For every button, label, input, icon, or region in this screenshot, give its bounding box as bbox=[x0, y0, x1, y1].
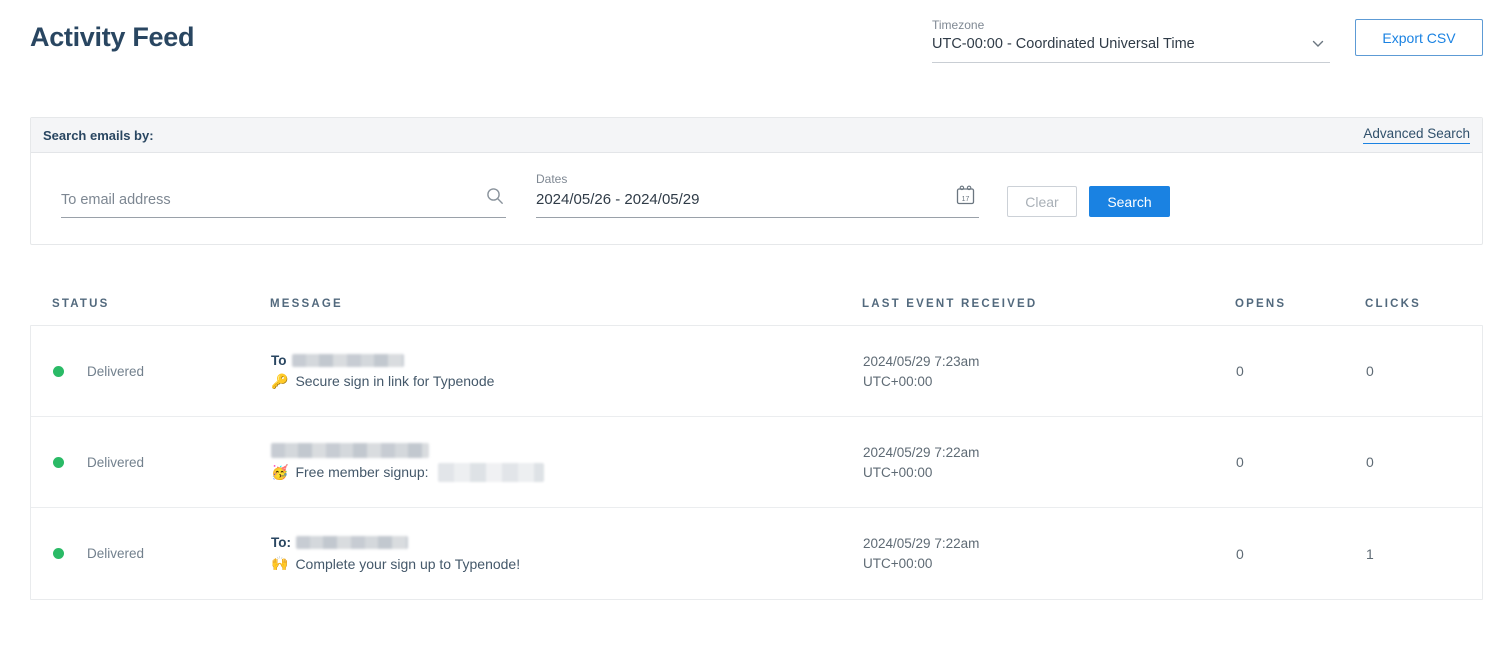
message-to-line: To: bbox=[271, 535, 863, 550]
last-event-timezone: UTC+00:00 bbox=[863, 465, 1236, 480]
status-cell: Delivered bbox=[53, 364, 271, 379]
timezone-label: Timezone bbox=[932, 18, 1330, 32]
last-event-cell: 2024/05/29 7:22am UTC+00:00 bbox=[863, 536, 1236, 571]
last-event-cell: 2024/05/29 7:22am UTC+00:00 bbox=[863, 445, 1236, 480]
last-event-date: 2024/05/29 7:22am bbox=[863, 536, 1236, 551]
column-header-opens: OPENS bbox=[1235, 298, 1365, 310]
dates-label: Dates bbox=[536, 172, 979, 186]
dates-range-input[interactable] bbox=[536, 187, 979, 218]
timezone-value: UTC-00:00 - Coordinated Universal Time bbox=[932, 36, 1195, 52]
message-to-line: To bbox=[271, 353, 863, 368]
message-subject-line: 🔑 Secure sign in link for Typenode bbox=[271, 373, 863, 390]
table-row[interactable]: Delivered To 🔑 Secure sign in link for T… bbox=[31, 326, 1482, 417]
column-header-status: STATUS bbox=[52, 298, 270, 310]
chevron-down-icon bbox=[1312, 35, 1324, 53]
table-row[interactable]: Delivered 🥳 Free member signup: 2024/05/… bbox=[31, 417, 1482, 508]
calendar-icon[interactable]: 17 bbox=[956, 185, 975, 210]
status-cell: Delivered bbox=[53, 546, 271, 561]
activity-table: Delivered To 🔑 Secure sign in link for T… bbox=[30, 325, 1483, 600]
activity-feed-page: Activity Feed Timezone UTC-00:00 - Coord… bbox=[0, 18, 1511, 600]
status-label: Delivered bbox=[87, 455, 144, 470]
opens-count: 0 bbox=[1236, 363, 1366, 379]
top-bar-right: Timezone UTC-00:00 - Coordinated Univers… bbox=[932, 18, 1483, 63]
export-csv-button[interactable]: Export CSV bbox=[1355, 19, 1483, 56]
search-icon bbox=[486, 187, 504, 210]
table-header-row: STATUS MESSAGE LAST EVENT RECEIVED OPENS… bbox=[30, 298, 1483, 310]
message-subject: Free member signup: bbox=[295, 464, 428, 480]
email-search-field bbox=[61, 186, 506, 218]
raised-hands-emoji-icon: 🙌 bbox=[271, 555, 288, 572]
clicks-count: 0 bbox=[1366, 454, 1460, 470]
party-face-emoji-icon: 🥳 bbox=[271, 464, 288, 481]
top-bar: Activity Feed Timezone UTC-00:00 - Coord… bbox=[30, 18, 1483, 60]
search-panel-body: Dates 17 Clear Search bbox=[31, 153, 1482, 244]
clicks-count: 0 bbox=[1366, 363, 1460, 379]
redacted-subject-detail bbox=[438, 463, 544, 482]
to-prefix: To bbox=[271, 353, 287, 368]
delivered-status-icon bbox=[53, 548, 64, 559]
redacted-email bbox=[296, 536, 408, 549]
delivered-status-icon bbox=[53, 457, 64, 468]
status-cell: Delivered bbox=[53, 455, 271, 470]
delivered-status-icon bbox=[53, 366, 64, 377]
search-button[interactable]: Search bbox=[1089, 186, 1170, 217]
table-row[interactable]: Delivered To: 🙌 Complete your sign up to… bbox=[31, 508, 1482, 599]
opens-count: 0 bbox=[1236, 546, 1366, 562]
last-event-cell: 2024/05/29 7:23am UTC+00:00 bbox=[863, 354, 1236, 389]
last-event-timezone: UTC+00:00 bbox=[863, 556, 1236, 571]
message-subject: Complete your sign up to Typenode! bbox=[295, 556, 520, 572]
last-event-date: 2024/05/29 7:23am bbox=[863, 354, 1236, 369]
search-emails-by-label: Search emails by: bbox=[43, 128, 154, 143]
timezone-value-row[interactable]: UTC-00:00 - Coordinated Universal Time bbox=[932, 35, 1330, 63]
status-label: Delivered bbox=[87, 364, 144, 379]
dates-field: Dates 17 bbox=[536, 172, 979, 218]
message-subject-line: 🙌 Complete your sign up to Typenode! bbox=[271, 555, 863, 572]
clear-button[interactable]: Clear bbox=[1007, 186, 1077, 217]
key-emoji-icon: 🔑 bbox=[271, 373, 288, 390]
message-cell: 🥳 Free member signup: bbox=[271, 443, 863, 482]
search-panel: Search emails by: Advanced Search Dates bbox=[30, 117, 1483, 245]
column-header-last-event: LAST EVENT RECEIVED bbox=[862, 298, 1235, 310]
opens-count: 0 bbox=[1236, 454, 1366, 470]
svg-text:17: 17 bbox=[962, 196, 970, 203]
message-cell: To 🔑 Secure sign in link for Typenode bbox=[271, 353, 863, 390]
message-cell: To: 🙌 Complete your sign up to Typenode! bbox=[271, 535, 863, 572]
column-header-clicks: CLICKS bbox=[1365, 298, 1461, 310]
column-header-message: MESSAGE bbox=[270, 298, 862, 310]
clicks-count: 1 bbox=[1366, 546, 1460, 562]
to-prefix: To: bbox=[271, 535, 291, 550]
redacted-email bbox=[271, 443, 429, 458]
page-title: Activity Feed bbox=[30, 18, 194, 53]
redacted-email bbox=[292, 354, 404, 367]
message-subject: Secure sign in link for Typenode bbox=[295, 373, 494, 389]
status-label: Delivered bbox=[87, 546, 144, 561]
search-panel-header: Search emails by: Advanced Search bbox=[31, 118, 1482, 153]
timezone-select[interactable]: Timezone UTC-00:00 - Coordinated Univers… bbox=[932, 18, 1330, 63]
advanced-search-link[interactable]: Advanced Search bbox=[1363, 126, 1470, 144]
last-event-date: 2024/05/29 7:22am bbox=[863, 445, 1236, 460]
last-event-timezone: UTC+00:00 bbox=[863, 374, 1236, 389]
message-subject-line: 🥳 Free member signup: bbox=[271, 463, 863, 482]
email-search-input[interactable] bbox=[61, 186, 506, 218]
message-to-line bbox=[271, 443, 863, 458]
